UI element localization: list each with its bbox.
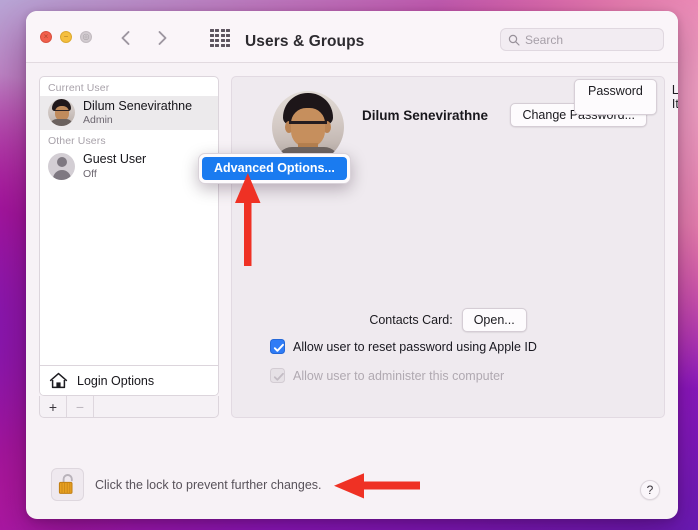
user-photo-avatar xyxy=(48,99,75,127)
zoom-icon: ◎ xyxy=(82,32,90,41)
sidebar-group-header-current-user: Current User xyxy=(48,82,110,94)
add-user-button[interactable]: + xyxy=(40,396,67,417)
contacts-card-row: Contacts Card: Open... xyxy=(232,308,664,332)
contacts-card-label: Contacts Card: xyxy=(369,313,453,327)
arrow-pointing-to-lock-text xyxy=(334,473,420,499)
sidebar-user-text: Guest User Off xyxy=(83,152,146,179)
minimize-icon: − xyxy=(63,32,69,41)
login-options-label: Login Options xyxy=(77,373,155,388)
account-full-name: Dilum Senevirathne xyxy=(362,108,489,123)
generic-person-avatar xyxy=(48,152,75,180)
remove-user-button[interactable]: − xyxy=(67,396,94,417)
close-button[interactable]: × xyxy=(40,31,52,43)
checkbox-label-administer-computer: Allow user to administer this computer xyxy=(293,368,505,383)
panel-tabs: Password Login Items xyxy=(574,79,678,115)
sidebar-user-text: Dilum Senevirathne Admin xyxy=(83,99,192,126)
menu-item-advanced-options[interactable]: Advanced Options... xyxy=(202,157,347,180)
show-all-grid-icon[interactable] xyxy=(210,29,230,47)
window-titlebar: × − ◎ Users & Groups xyxy=(26,11,678,63)
sidebar-user-status: Admin xyxy=(83,114,113,127)
checkbox-reset-password-apple-id[interactable] xyxy=(270,339,285,354)
search-input[interactable] xyxy=(525,32,656,47)
sidebar-user-name: Guest User xyxy=(83,152,147,167)
tab-password[interactable]: Password xyxy=(574,79,657,115)
tab-login-items[interactable]: Login Items xyxy=(659,79,678,115)
home-icon xyxy=(49,372,68,389)
chevron-right-icon xyxy=(158,31,167,45)
window-body: Current User Dilum Senevirathne Admin Ot… xyxy=(26,63,678,518)
close-icon: × xyxy=(43,32,49,41)
system-preferences-window: × − ◎ Users & Groups Search Current User… xyxy=(26,11,678,519)
checkbox-row-administer-computer: Allow user to administer this computer xyxy=(270,368,504,383)
account-detail-panel: Password Login Items Dilum Senevirathne … xyxy=(231,76,678,418)
sidebar-group-header-other-users: Other Users xyxy=(48,135,106,148)
open-contacts-card-button[interactable]: Open... xyxy=(461,308,527,332)
context-menu: Advanced Options... xyxy=(198,153,351,184)
checkmark-icon xyxy=(273,343,284,352)
lock-area[interactable]: Click the lock to prevent further change… xyxy=(51,468,322,501)
page-title: Users & Groups xyxy=(245,33,365,50)
sidebar-item-dilum-senevirathne[interactable]: Dilum Senevirathne Admin xyxy=(40,96,218,131)
search-icon xyxy=(508,34,520,46)
zoom-button[interactable]: ◎ xyxy=(80,31,92,43)
checkbox-administer-computer xyxy=(270,368,285,383)
unlocked-padlock-icon xyxy=(58,474,73,494)
minimize-button[interactable]: − xyxy=(60,31,72,43)
chevron-left-icon xyxy=(121,31,130,45)
lock-button[interactable] xyxy=(51,468,84,501)
checkbox-label-reset-password: Allow user to reset password using Apple… xyxy=(293,339,537,354)
sidebar-item-login-options[interactable]: Login Options xyxy=(40,365,218,395)
checkbox-row-reset-password[interactable]: Allow user to reset password using Apple… xyxy=(270,339,537,354)
sidebar-user-status: Off xyxy=(83,167,97,180)
help-button[interactable]: ? xyxy=(640,480,660,500)
checkmark-icon xyxy=(273,372,284,381)
arrow-pointing-to-advanced-options xyxy=(235,173,261,266)
back-button[interactable] xyxy=(115,27,137,49)
users-sidebar: Current User Dilum Senevirathne Admin Ot… xyxy=(39,76,219,396)
sidebar-user-name: Dilum Senevirathne xyxy=(83,99,193,113)
search-field[interactable] xyxy=(500,28,664,51)
lock-status-text: Click the lock to prevent further change… xyxy=(95,477,322,492)
forward-button[interactable] xyxy=(151,27,173,49)
sidebar-add-remove-toolbar: + − xyxy=(39,396,219,418)
sidebar-item-guest-user[interactable]: Guest User Off xyxy=(40,149,218,183)
